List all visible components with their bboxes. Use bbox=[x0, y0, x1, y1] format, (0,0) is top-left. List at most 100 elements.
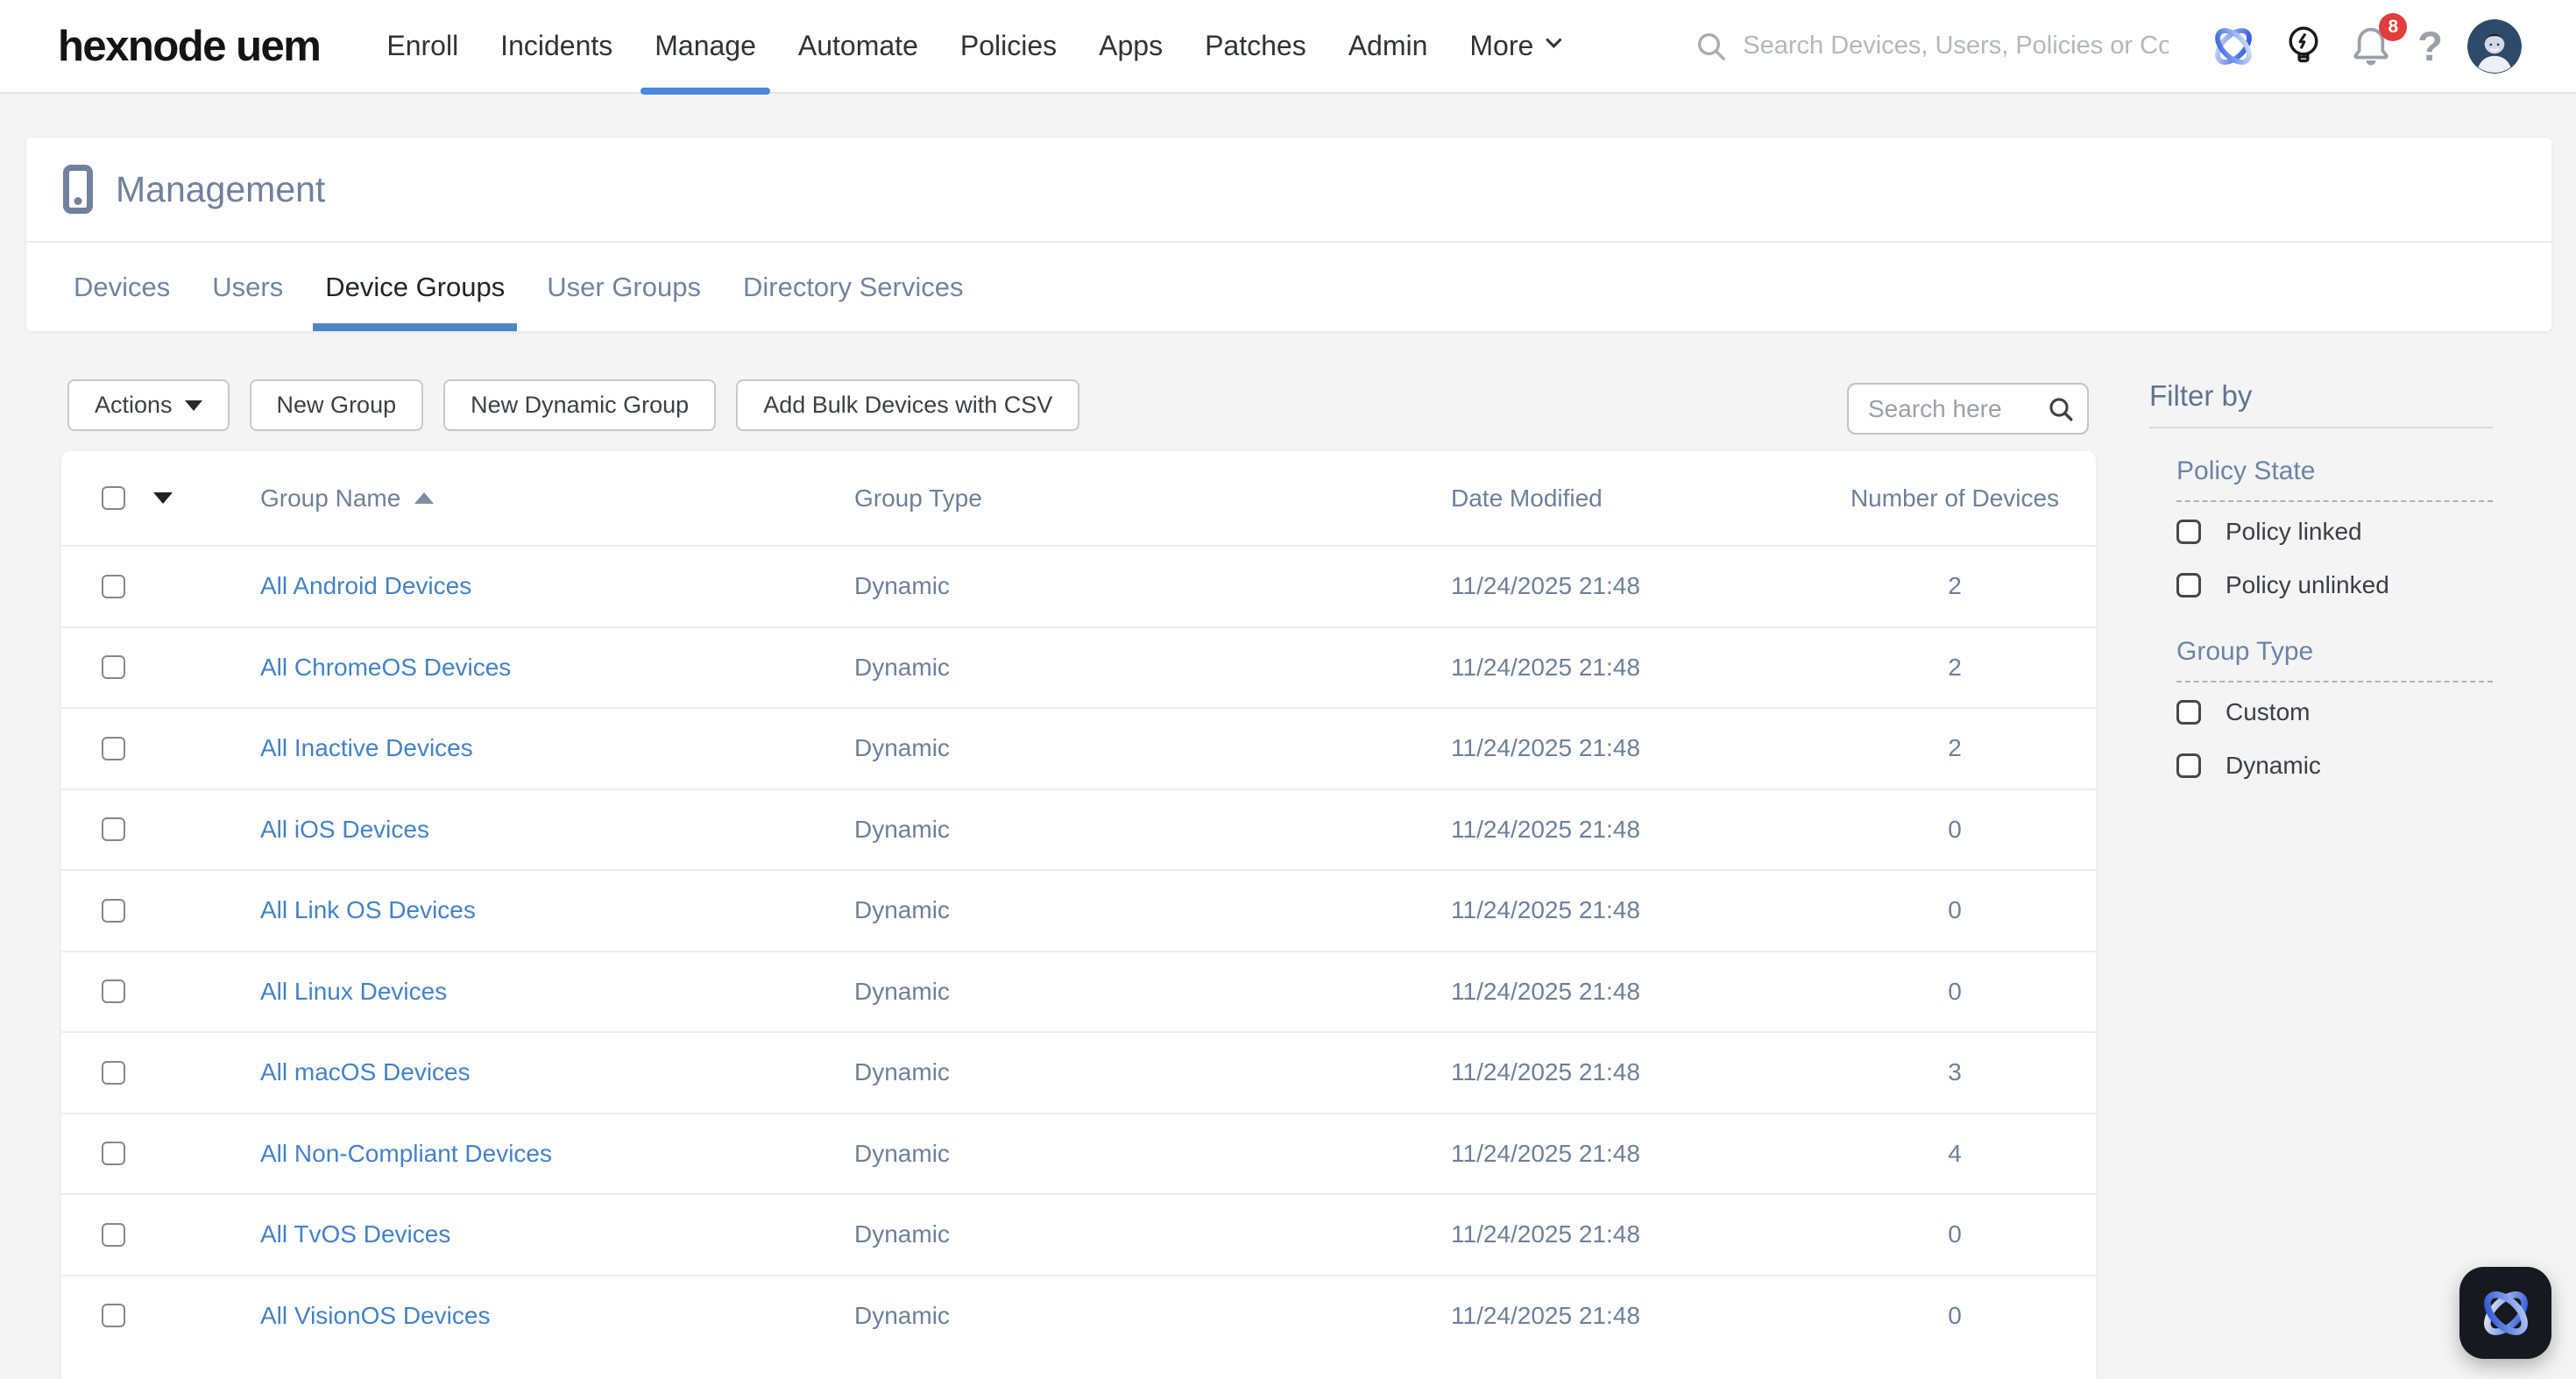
row-checkbox[interactable] bbox=[102, 817, 125, 842]
nav-policies[interactable]: Policies bbox=[939, 0, 1078, 93]
add-bulk-devices-csv-button[interactable]: Add Bulk Devices with CSV bbox=[736, 379, 1080, 431]
filter-option-policy-unlinked[interactable]: Policy unlinked bbox=[2176, 561, 2493, 609]
page-title: Management bbox=[116, 168, 326, 209]
row-checkbox[interactable] bbox=[102, 898, 125, 923]
user-avatar[interactable] bbox=[2467, 18, 2522, 74]
group-name-link[interactable]: All iOS Devices bbox=[260, 816, 429, 843]
device-count-cell: 2 bbox=[1948, 653, 1962, 681]
table-row: All Linux Devices Dynamic 11/24/2025 21:… bbox=[61, 950, 2096, 1032]
date-modified-cell: 11/24/2025 21:48 bbox=[1451, 653, 1640, 681]
dynamic-checkbox[interactable] bbox=[2176, 753, 2201, 778]
group-name-link[interactable]: All Inactive Devices bbox=[260, 734, 473, 761]
brand-logo[interactable]: hexnode uem bbox=[58, 22, 322, 71]
tab-user-groups[interactable]: User Groups bbox=[526, 243, 722, 331]
filter-option-custom[interactable]: Custom bbox=[2176, 688, 2493, 736]
tab-devices[interactable]: Devices bbox=[53, 243, 191, 331]
global-search-input[interactable] bbox=[1743, 32, 2169, 60]
group-name-link[interactable]: All macOS Devices bbox=[260, 1058, 471, 1086]
search-icon[interactable] bbox=[2047, 395, 2075, 423]
filter-section-group-type: Group Type Custom Dynamic bbox=[2176, 637, 2493, 789]
nav-admin[interactable]: Admin bbox=[1327, 0, 1449, 93]
table-row: All iOS Devices Dynamic 11/24/2025 21:48… bbox=[61, 788, 2096, 870]
nav-manage[interactable]: Manage bbox=[633, 0, 777, 95]
new-dynamic-group-button[interactable]: New Dynamic Group bbox=[443, 379, 717, 431]
dropdown-caret-icon bbox=[184, 400, 202, 411]
filter-option-label: Policy unlinked bbox=[2226, 570, 2389, 598]
row-checkbox[interactable] bbox=[102, 1304, 125, 1328]
device-count-cell: 0 bbox=[1948, 1301, 1962, 1329]
row-checkbox[interactable] bbox=[102, 574, 125, 598]
page-title-row: Management bbox=[26, 138, 2551, 243]
notifications-button[interactable]: 8 bbox=[2349, 12, 2408, 69]
filter-section-title: Group Type bbox=[2176, 637, 2314, 666]
genie-button[interactable] bbox=[2209, 22, 2258, 71]
table-row: All Inactive Devices Dynamic 11/24/2025 … bbox=[61, 707, 2096, 789]
nav-more[interactable]: More bbox=[1448, 0, 1578, 93]
policy-unlinked-checkbox[interactable] bbox=[2176, 572, 2201, 598]
select-menu-caret-icon[interactable] bbox=[153, 492, 173, 504]
dashed-divider bbox=[2176, 500, 2493, 502]
row-checkbox[interactable] bbox=[102, 655, 125, 680]
group-type-cell: Dynamic bbox=[854, 1301, 950, 1329]
new-group-button[interactable]: New Group bbox=[249, 379, 424, 431]
nav-incidents[interactable]: Incidents bbox=[479, 0, 633, 93]
actions-label: Actions bbox=[95, 392, 173, 418]
genie-launcher-button[interactable] bbox=[2459, 1267, 2551, 1359]
row-checkbox[interactable] bbox=[102, 979, 125, 1004]
column-header-number-of-devices[interactable]: Number of Devices bbox=[1814, 484, 2096, 513]
group-name-link[interactable]: All VisionOS Devices bbox=[260, 1302, 490, 1329]
filter-section-title: Policy State bbox=[2176, 456, 2316, 485]
group-name-link[interactable]: All Link OS Devices bbox=[260, 896, 476, 923]
group-type-cell: Dynamic bbox=[854, 977, 950, 1005]
row-checkbox[interactable] bbox=[102, 1222, 125, 1247]
dashed-divider bbox=[2176, 681, 2493, 682]
column-header-group-type[interactable]: Group Type bbox=[854, 484, 1451, 513]
group-name-link[interactable]: All Android Devices bbox=[260, 572, 471, 599]
device-count-cell: 3 bbox=[1948, 1058, 1962, 1086]
tab-users[interactable]: Users bbox=[191, 243, 304, 331]
tab-device-groups[interactable]: Device Groups bbox=[304, 243, 526, 331]
device-count-cell: 0 bbox=[1948, 977, 1962, 1005]
sort-ascending-icon bbox=[414, 492, 435, 504]
whats-new-button[interactable] bbox=[2282, 24, 2325, 69]
actions-button[interactable]: Actions bbox=[67, 379, 230, 431]
lightbulb-icon bbox=[2289, 25, 2318, 62]
custom-checkbox[interactable] bbox=[2176, 699, 2201, 725]
nav-patches[interactable]: Patches bbox=[1184, 0, 1327, 93]
filter-option-dynamic[interactable]: Dynamic bbox=[2176, 741, 2493, 789]
help-button[interactable]: ? bbox=[2417, 25, 2443, 67]
group-type-cell: Dynamic bbox=[854, 1139, 950, 1167]
group-type-cell: Dynamic bbox=[854, 1058, 950, 1086]
global-search[interactable] bbox=[1694, 29, 2169, 64]
group-type-cell: Dynamic bbox=[854, 815, 950, 843]
filter-option-label: Custom bbox=[2226, 697, 2311, 725]
nav-apps[interactable]: Apps bbox=[1078, 0, 1184, 93]
select-all-checkbox[interactable] bbox=[102, 486, 125, 510]
tab-directory-services[interactable]: Directory Services bbox=[722, 243, 985, 331]
date-modified-cell: 11/24/2025 21:48 bbox=[1451, 1220, 1640, 1248]
column-header-group-name[interactable]: Group Name bbox=[260, 484, 854, 513]
policy-linked-checkbox[interactable] bbox=[2176, 519, 2201, 544]
group-type-cell: Dynamic bbox=[854, 734, 950, 762]
row-checkbox[interactable] bbox=[102, 1142, 125, 1166]
group-name-link[interactable]: All ChromeOS Devices bbox=[260, 654, 511, 681]
group-name-link[interactable]: All TvOS Devices bbox=[260, 1220, 450, 1248]
row-checkbox[interactable] bbox=[102, 1060, 125, 1085]
filter-option-policy-linked[interactable]: Policy linked bbox=[2176, 507, 2493, 555]
device-count-cell: 2 bbox=[1948, 734, 1962, 762]
filter-panel: Filter by Policy State Policy linked Pol… bbox=[2149, 379, 2493, 789]
row-checkbox[interactable] bbox=[102, 736, 125, 760]
table-row: All Link OS Devices Dynamic 11/24/2025 2… bbox=[61, 869, 2096, 951]
group-type-cell: Dynamic bbox=[854, 1220, 950, 1248]
group-name-link[interactable]: All Linux Devices bbox=[260, 978, 447, 1005]
date-modified-cell: 11/24/2025 21:48 bbox=[1451, 1058, 1640, 1086]
filter-option-label: Policy linked bbox=[2226, 517, 2362, 545]
group-name-link[interactable]: All Non-Compliant Devices bbox=[260, 1140, 552, 1167]
nav-enroll[interactable]: Enroll bbox=[365, 0, 479, 93]
table-row: All Non-Compliant Devices Dynamic 11/24/… bbox=[61, 1112, 2096, 1194]
nav-automate[interactable]: Automate bbox=[777, 0, 939, 93]
filter-title: Filter by bbox=[2149, 379, 2253, 412]
date-modified-cell: 11/24/2025 21:48 bbox=[1451, 572, 1640, 600]
genie-orbit-icon bbox=[2215, 27, 2253, 65]
column-header-date-modified[interactable]: Date Modified bbox=[1451, 484, 1814, 513]
